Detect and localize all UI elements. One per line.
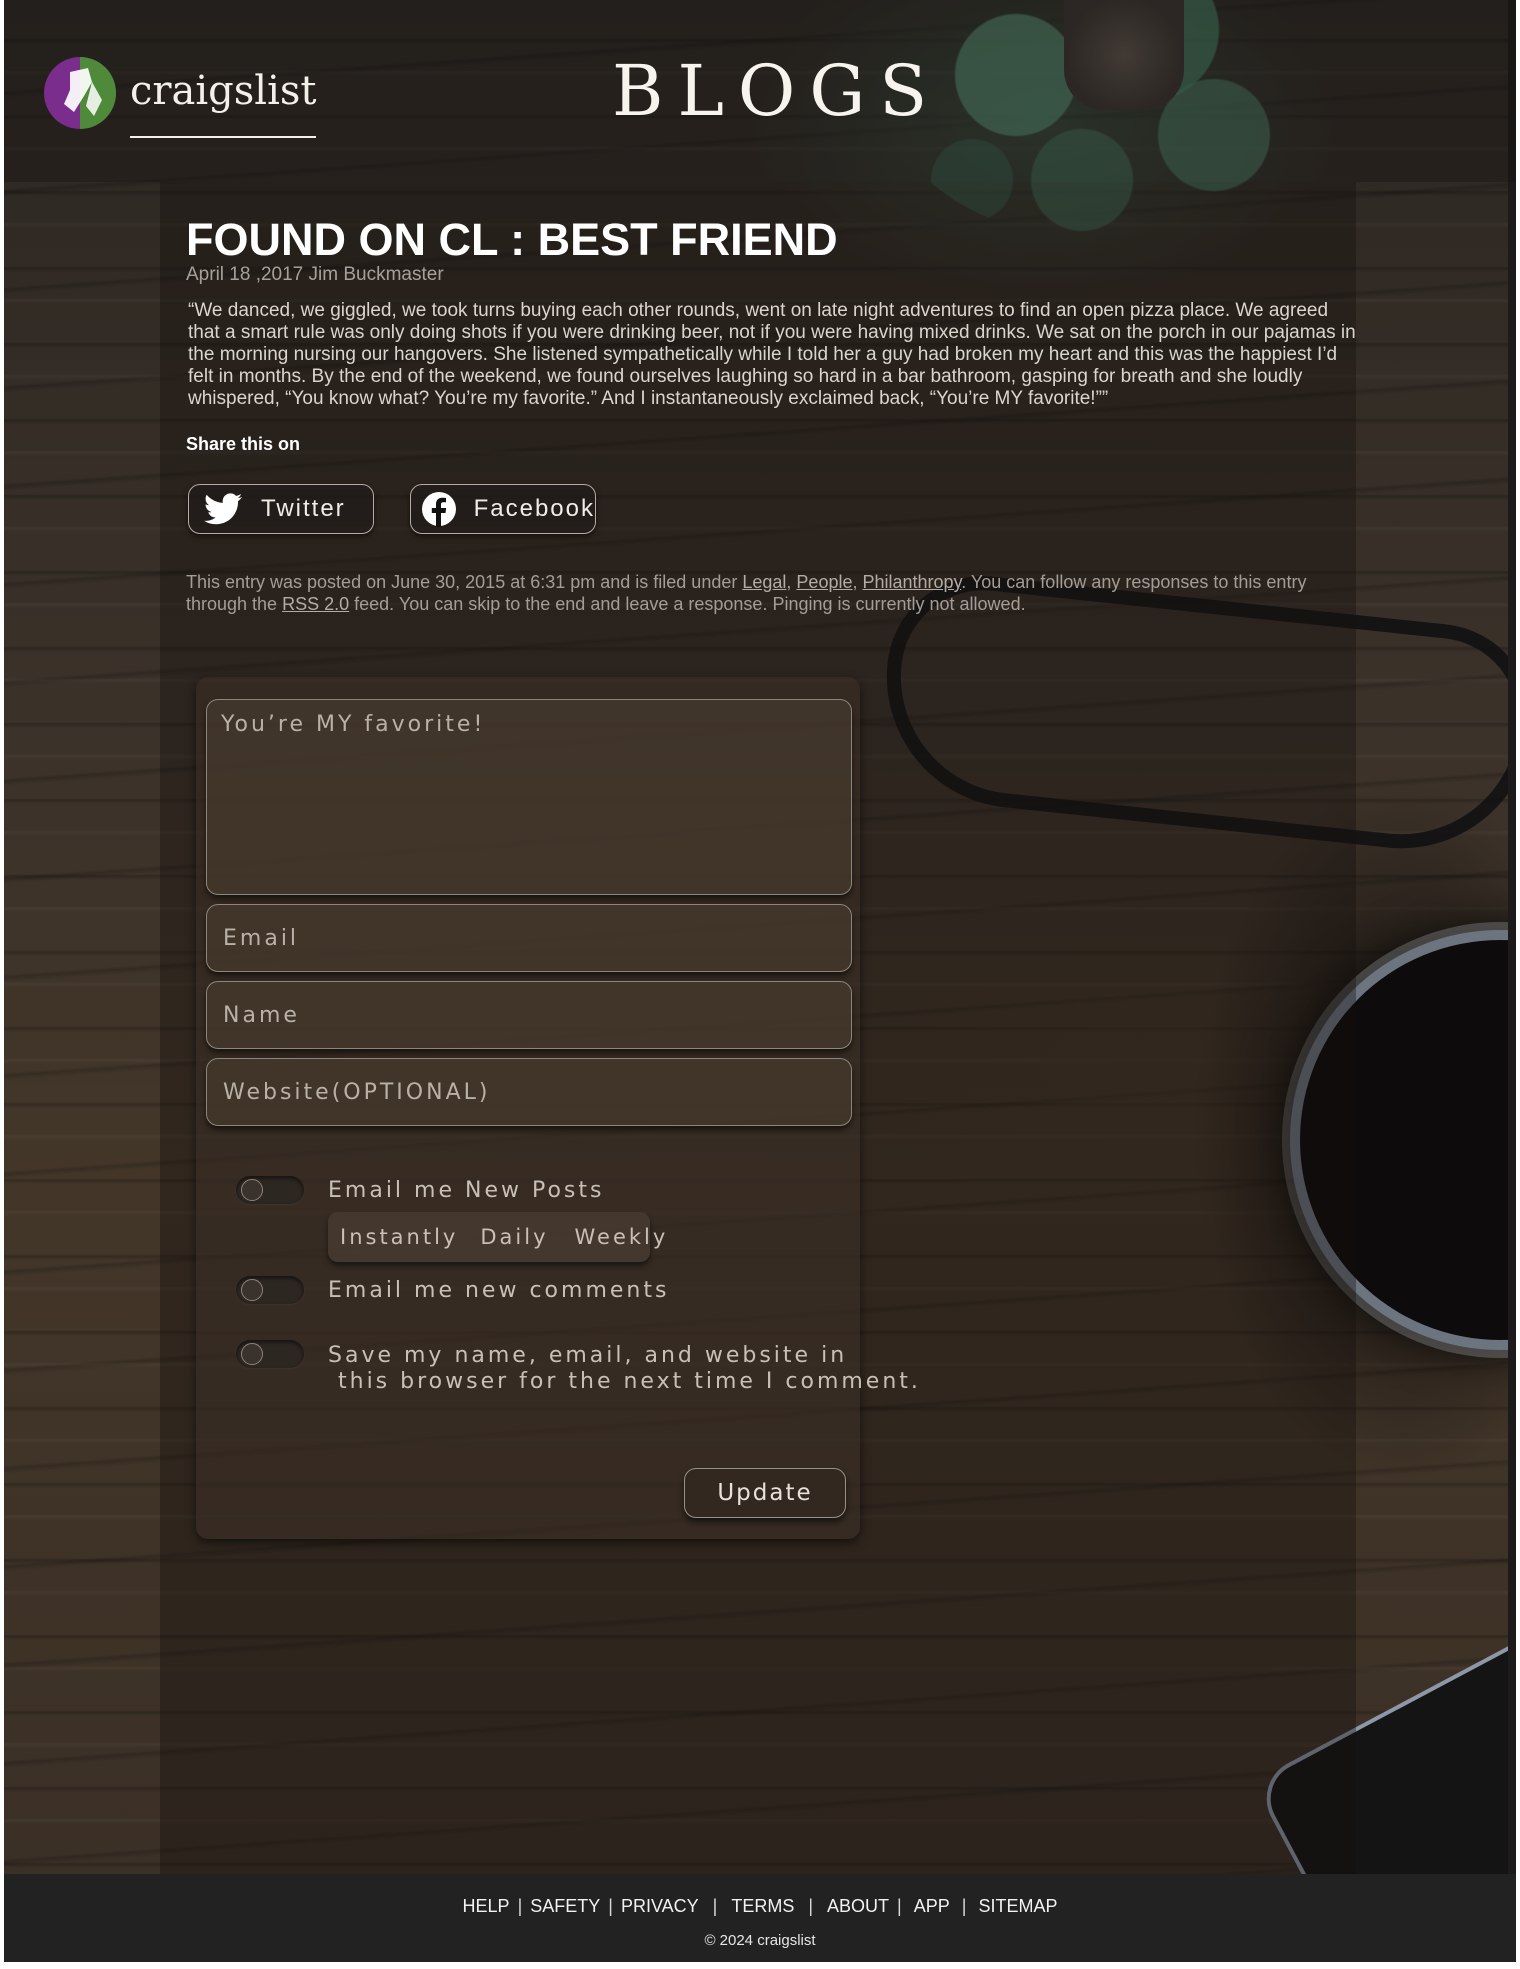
category-link-philanthropy[interactable]: Philanthropy <box>863 572 962 592</box>
footer-link-privacy[interactable]: PRIVACY <box>613 1896 713 1917</box>
freq-weekly-option[interactable]: Weekly <box>575 1225 669 1249</box>
footer-links: HELP | SAFETY | PRIVACY | TERMS | ABOUT | APP… <box>4 1896 1516 1917</box>
twitter-share-button[interactable]: Twitter <box>188 484 374 534</box>
email-comments-toggle[interactable] <box>236 1276 304 1304</box>
post-title: FOUND ON CL : BEST FRIEND <box>186 214 838 265</box>
copyright: © 2024 craigslist <box>704 1932 816 1949</box>
post-body: “We danced, we giggled, we took turns bu… <box>188 300 1356 409</box>
post-meta: April 18 ,2017 Jim Buckmaster <box>186 264 444 285</box>
footer-link-safety[interactable]: SAFETY <box>522 1896 608 1917</box>
footer-link-help[interactable]: HELP <box>455 1896 518 1917</box>
brand-name: craigslist <box>130 68 317 114</box>
email-field[interactable]: Email <box>206 904 852 972</box>
save-info-toggle[interactable] <box>236 1340 304 1368</box>
twitter-label: Twitter <box>261 495 346 522</box>
update-button[interactable]: Update <box>684 1468 846 1518</box>
toggle-knob <box>241 1279 263 1301</box>
email-posts-label: Email me New Posts <box>328 1178 605 1203</box>
entry-comma: , <box>786 572 797 592</box>
email-posts-toggle[interactable] <box>236 1176 304 1204</box>
category-link-people[interactable]: People <box>796 572 852 592</box>
name-field[interactable]: Name <box>206 981 852 1049</box>
entry-suffix: feed. You can skip to the end and leave … <box>349 594 1026 614</box>
facebook-icon <box>421 489 458 529</box>
frequency-selector: Instantly Daily Weekly <box>328 1212 665 1262</box>
toggle-knob <box>241 1343 263 1365</box>
footer: HELP | SAFETY | PRIVACY | TERMS | ABOUT | APP… <box>4 1874 1516 1962</box>
share-label: Share this on <box>186 434 301 454</box>
footer-link-app[interactable]: APP <box>902 1896 962 1917</box>
facebook-share-button[interactable]: Facebook <box>410 484 596 534</box>
page-title: BLOGS <box>612 50 942 132</box>
edge-decor <box>1508 0 1516 1880</box>
footer-link-sitemap[interactable]: SITEMAP <box>966 1896 1065 1917</box>
comment-textarea[interactable]: You’re MY favorite! <box>206 699 852 895</box>
save-info-label-line1: Save my name, email, and website in <box>328 1343 848 1368</box>
category-link-legal[interactable]: Legal <box>742 572 786 592</box>
freq-daily-option[interactable]: Daily <box>480 1225 548 1249</box>
twitter-icon <box>203 489 243 529</box>
freq-instantly-option[interactable]: Instantly <box>340 1225 458 1249</box>
entry-prefix: This entry was posted on June 30, 2015 a… <box>186 572 743 592</box>
craigslist-logo[interactable]: craigslist <box>40 52 317 138</box>
brand-underline <box>130 136 317 138</box>
email-comments-label: Email me new comments <box>328 1278 670 1303</box>
website-field[interactable]: Website(OPTIONAL) <box>206 1058 852 1126</box>
entry-comma: , <box>852 572 863 592</box>
toggle-knob <box>241 1179 263 1201</box>
footer-link-about[interactable]: ABOUT <box>813 1896 897 1917</box>
footer-link-terms[interactable]: TERMS <box>717 1896 808 1917</box>
save-info-label-line2: this browser for the next time I comment… <box>328 1369 921 1394</box>
rss-link[interactable]: RSS 2.0 <box>282 594 349 614</box>
peace-logo-icon <box>44 57 116 129</box>
facebook-label: Facebook <box>473 495 595 522</box>
entry-info: This entry was posted on June 30, 2015 a… <box>186 571 1366 615</box>
